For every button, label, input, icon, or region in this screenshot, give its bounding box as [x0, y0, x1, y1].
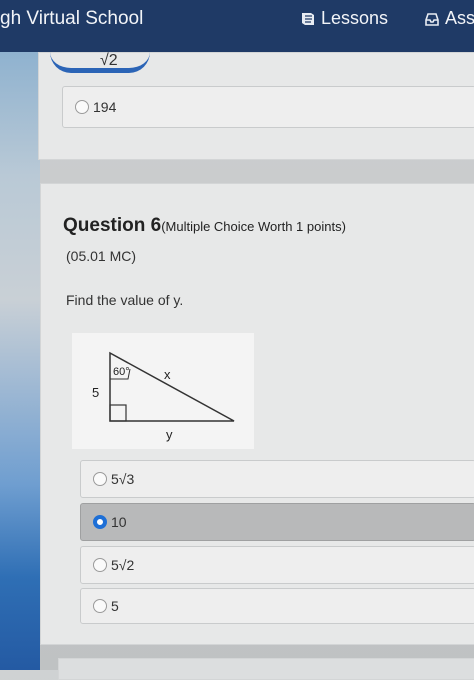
- book-icon: [302, 12, 314, 25]
- nav-assessments-label: Ass: [445, 8, 474, 28]
- option-label: 10: [111, 514, 127, 530]
- question-title: Question 6(Multiple Choice Worth 1 point…: [63, 215, 346, 237]
- radio-button[interactable]: [75, 100, 89, 114]
- side-left-label: 5: [92, 385, 99, 400]
- nav-lessons-label: Lessons: [321, 8, 389, 28]
- triangle-figure: 60° 5 x y: [72, 333, 254, 449]
- question-prompt: Find the value of y.: [66, 292, 184, 308]
- option-label: 5√3: [111, 471, 135, 487]
- radio-button[interactable]: [93, 599, 107, 613]
- next-question-card: [58, 658, 474, 680]
- left-background-edge: [0, 52, 40, 670]
- question-code: (05.01 MC): [66, 248, 137, 264]
- radio-button[interactable]: [93, 472, 107, 486]
- option-label: 5√2: [111, 557, 135, 573]
- option-5-root-2[interactable]: 5√2: [80, 546, 474, 584]
- top-navigation-bar: gh Virtual School Lessons Ass: [0, 0, 474, 52]
- option-5-root-3[interactable]: 5√3: [80, 460, 474, 498]
- question-worth: (Multiple Choice Worth 1 points): [161, 219, 346, 234]
- question-number: Question 6: [63, 215, 162, 236]
- nav-assessments[interactable]: Ass: [424, 8, 474, 29]
- hypotenuse-label: x: [164, 367, 171, 382]
- inbox-icon: [425, 12, 439, 26]
- nav-lessons[interactable]: Lessons: [300, 8, 388, 29]
- radio-button[interactable]: [93, 558, 107, 572]
- option-10[interactable]: 10: [80, 503, 474, 541]
- school-brand-title: gh Virtual School: [0, 8, 144, 29]
- previous-answer-partial: √2: [100, 52, 118, 69]
- angle-label: 60°: [113, 366, 130, 378]
- bottom-side-label: y: [166, 427, 173, 442]
- option-label: 194: [93, 99, 117, 115]
- option-5[interactable]: 5: [80, 588, 474, 624]
- right-triangle-diagram: 60° 5 x y: [92, 351, 235, 442]
- radio-button-selected[interactable]: [93, 515, 107, 529]
- previous-option-194[interactable]: 194: [62, 86, 474, 128]
- option-label: 5: [111, 598, 119, 614]
